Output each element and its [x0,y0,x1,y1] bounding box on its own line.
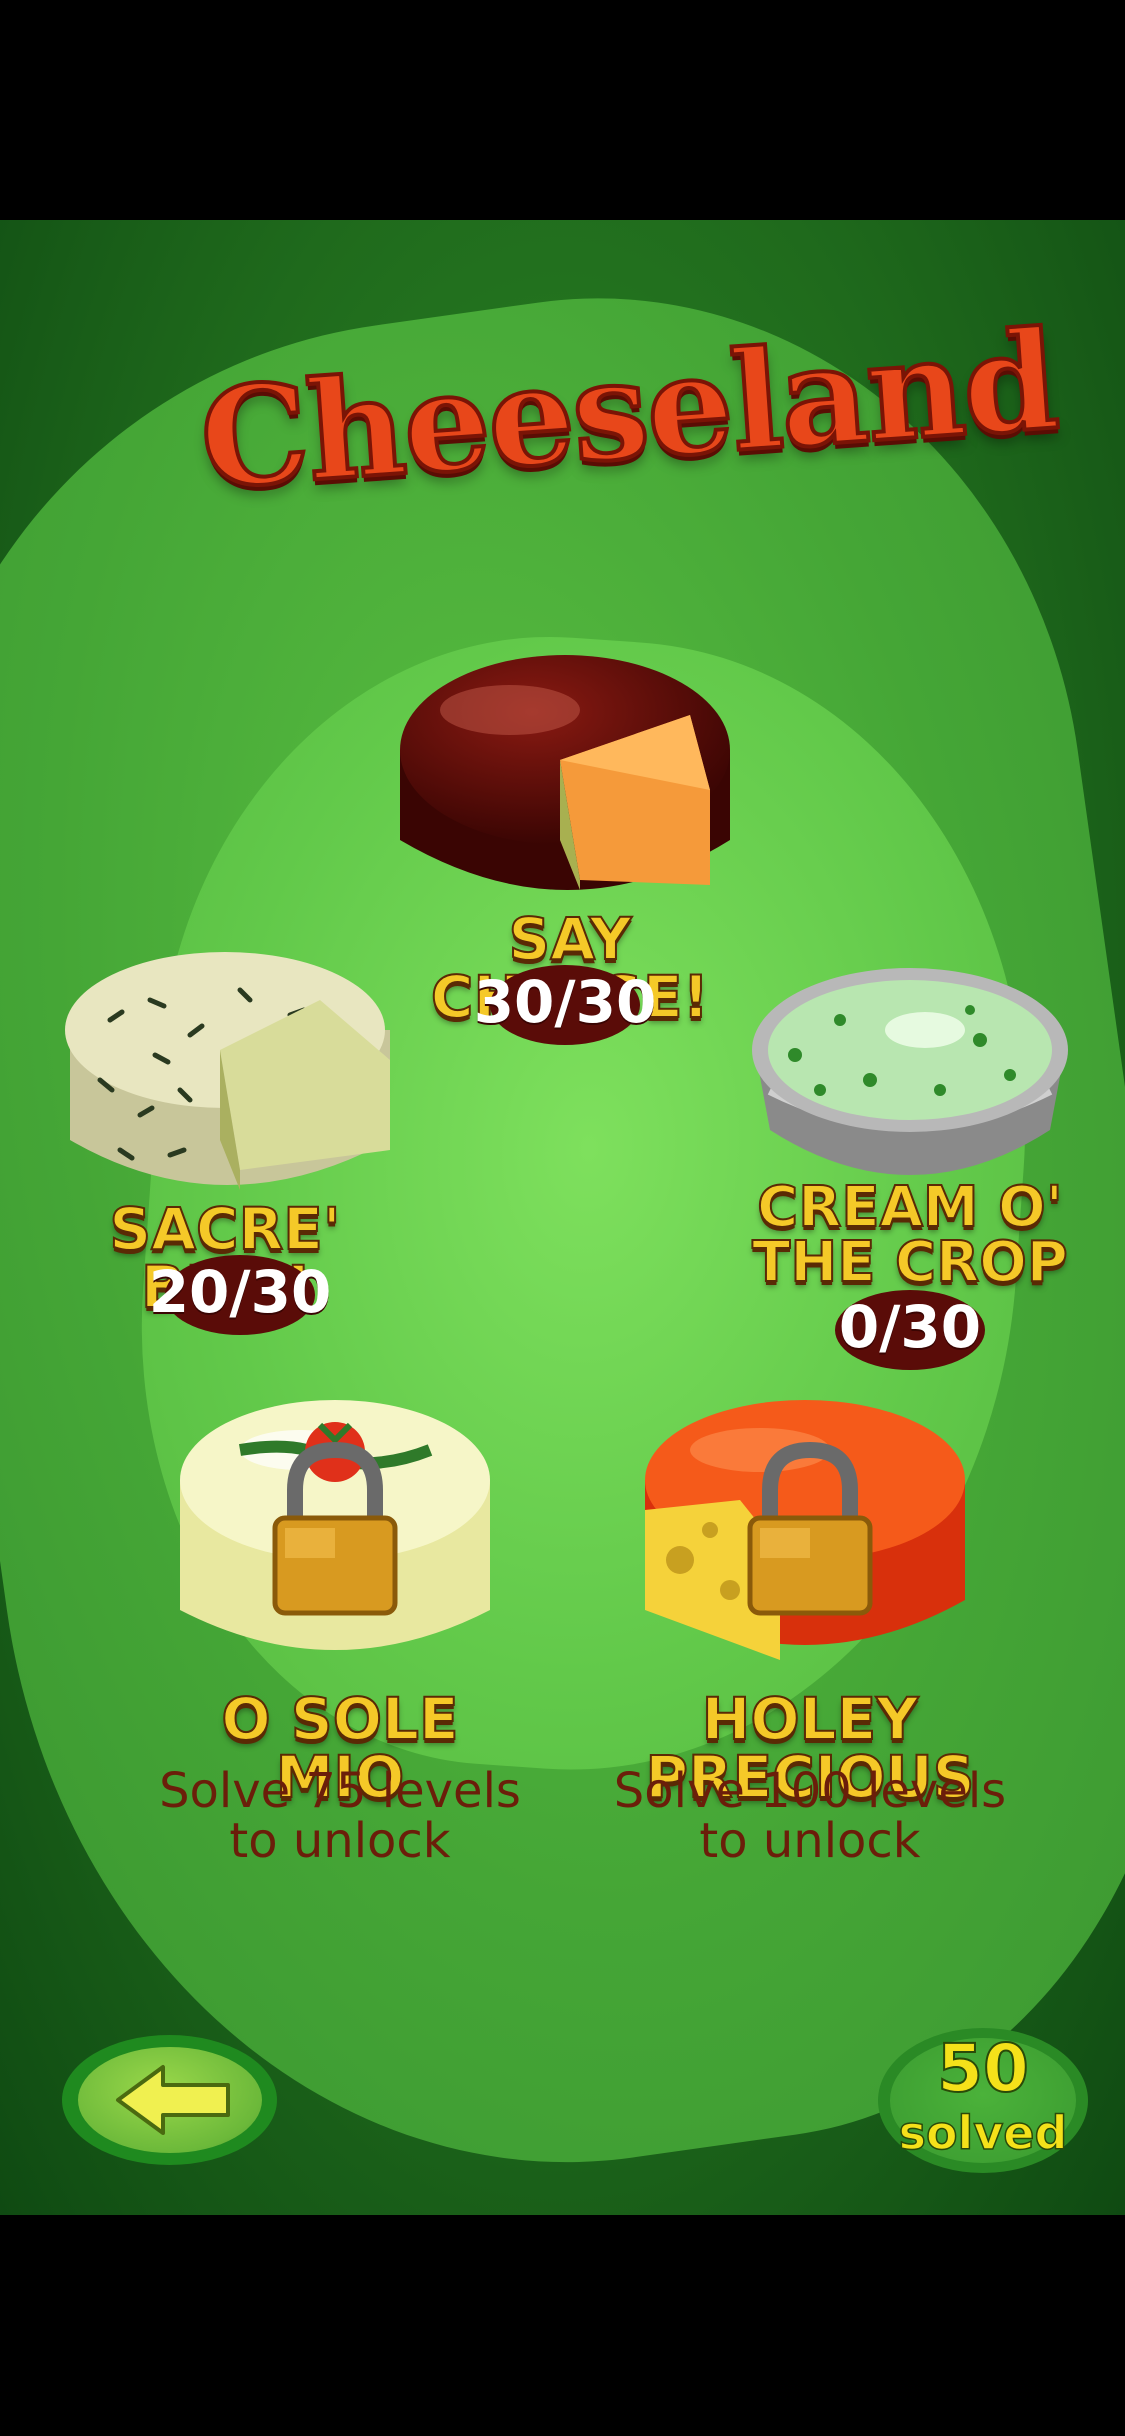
pack-sacre-bleu[interactable]: SACRE' BLEU 20/30 [55,940,415,1335]
progress-text: 20/30 [148,1258,332,1326]
arrow-left-icon [116,2065,230,2135]
solved-count: 50 [936,2029,1030,2108]
back-button[interactable] [62,2035,277,2165]
pack-cream-o-the-crop[interactable]: CREAM O' THE CROP 0/30 [740,940,1080,1370]
pack-title-line1: CREAM O' [756,1175,1064,1240]
unlock-requirement-line1: Solve 75 levels [159,1763,521,1819]
unlock-requirement-line2: to unlock [229,1813,451,1869]
solved-label: solved [898,2105,1068,2161]
pack-o-sole-mio[interactable]: O SOLE MIO Solve 75 levels to unlock [150,1390,530,1910]
blue-cheese-icon [65,952,390,1190]
solved-counter: 50 solved [878,2028,1088,2173]
pack-title-line2: THE CROP [751,1230,1069,1295]
pack-holey-precious[interactable]: HOLEY PRECIOUS Solve 100 levels to unloc… [580,1390,1040,1910]
lock-icon [747,1441,873,1616]
unlock-requirement-line1: Solve 100 levels [613,1763,1007,1819]
bottom-bar [0,2215,1125,2436]
progress-text: 30/30 [473,968,657,1036]
dark-cheese-icon [400,655,730,890]
lock-icon [272,1441,398,1616]
pack-say-cheese[interactable]: SAY CHEESE! 30/30 [390,640,750,1045]
progress-text: 0/30 [838,1293,982,1361]
status-bar [0,0,1125,220]
unlock-requirement-line2: to unlock [699,1813,921,1869]
game-screen: Cheeseland SAY CHEESE! 30/30 [0,220,1125,2215]
